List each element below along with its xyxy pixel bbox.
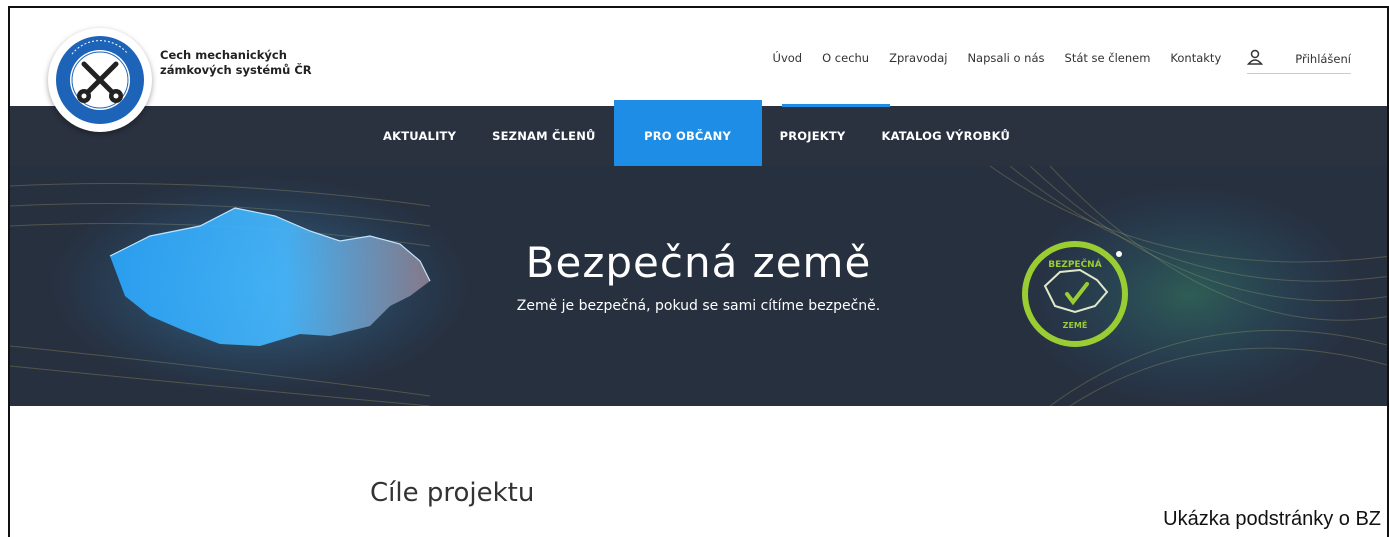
- nav-item-seznam-clenu[interactable]: SEZNAM ČLENŮ: [474, 106, 613, 166]
- figure-caption: Ukázka podstránky o BZ: [1163, 508, 1381, 530]
- top-nav-uvod[interactable]: Úvod: [773, 51, 803, 74]
- top-nav-o-cechu[interactable]: O cechu: [822, 51, 869, 74]
- nav-item-katalog-vyrobku[interactable]: KATALOG VÝROBKŮ: [863, 106, 1028, 166]
- nav-item-projekty[interactable]: PROJEKTY: [762, 106, 864, 166]
- badge-bottom-text: ZEMĚ: [1063, 319, 1088, 330]
- guild-logo[interactable]: [48, 28, 152, 132]
- page-frame: Cech mechanických zámkových systémů ČR Ú…: [8, 6, 1389, 537]
- section-title: Cíle projektu: [370, 478, 535, 508]
- top-nav-stat-se-clenem[interactable]: Stát se členem: [1065, 51, 1151, 74]
- nav-item-pro-obcany[interactable]: PRO OBČANY: [613, 100, 762, 166]
- login-label: Přihlášení: [1295, 52, 1351, 66]
- header-bar: Cech mechanických zámkových systémů ČR Ú…: [10, 8, 1387, 106]
- main-nav-items: AKTUALITY SEZNAM ČLENŮ PRO OBČANY PROJEK…: [365, 100, 1028, 166]
- top-nav-kontakty[interactable]: Kontakty: [1170, 51, 1221, 74]
- hero-subtitle: Země je bezpečná, pokud se sami cítíme b…: [516, 298, 881, 314]
- nav-item-aktuality[interactable]: AKTUALITY: [365, 106, 474, 166]
- top-nav-zpravodaj[interactable]: Zpravodaj: [889, 51, 947, 74]
- login-link[interactable]: Přihlášení: [1247, 49, 1351, 74]
- user-icon: [1247, 49, 1264, 65]
- brand-name[interactable]: Cech mechanických zámkových systémů ČR: [160, 48, 312, 78]
- hero-title: Bezpečná země: [525, 238, 872, 287]
- brand-line-1: Cech mechanických: [160, 48, 287, 62]
- brand-line-2: zámkových systémů ČR: [160, 63, 312, 77]
- top-nav: Úvod O cechu Zpravodaj Napsali o nás Stá…: [753, 49, 1351, 74]
- hero-banner: BEZPEČNÁ ZEMĚ Bezpečná země Země je bezp…: [10, 166, 1387, 406]
- guild-logo-icon: [56, 36, 144, 124]
- main-nav: AKTUALITY SEZNAM ČLENŮ PRO OBČANY PROJEK…: [10, 100, 1387, 166]
- top-nav-napsali[interactable]: Napsali o nás: [967, 51, 1044, 74]
